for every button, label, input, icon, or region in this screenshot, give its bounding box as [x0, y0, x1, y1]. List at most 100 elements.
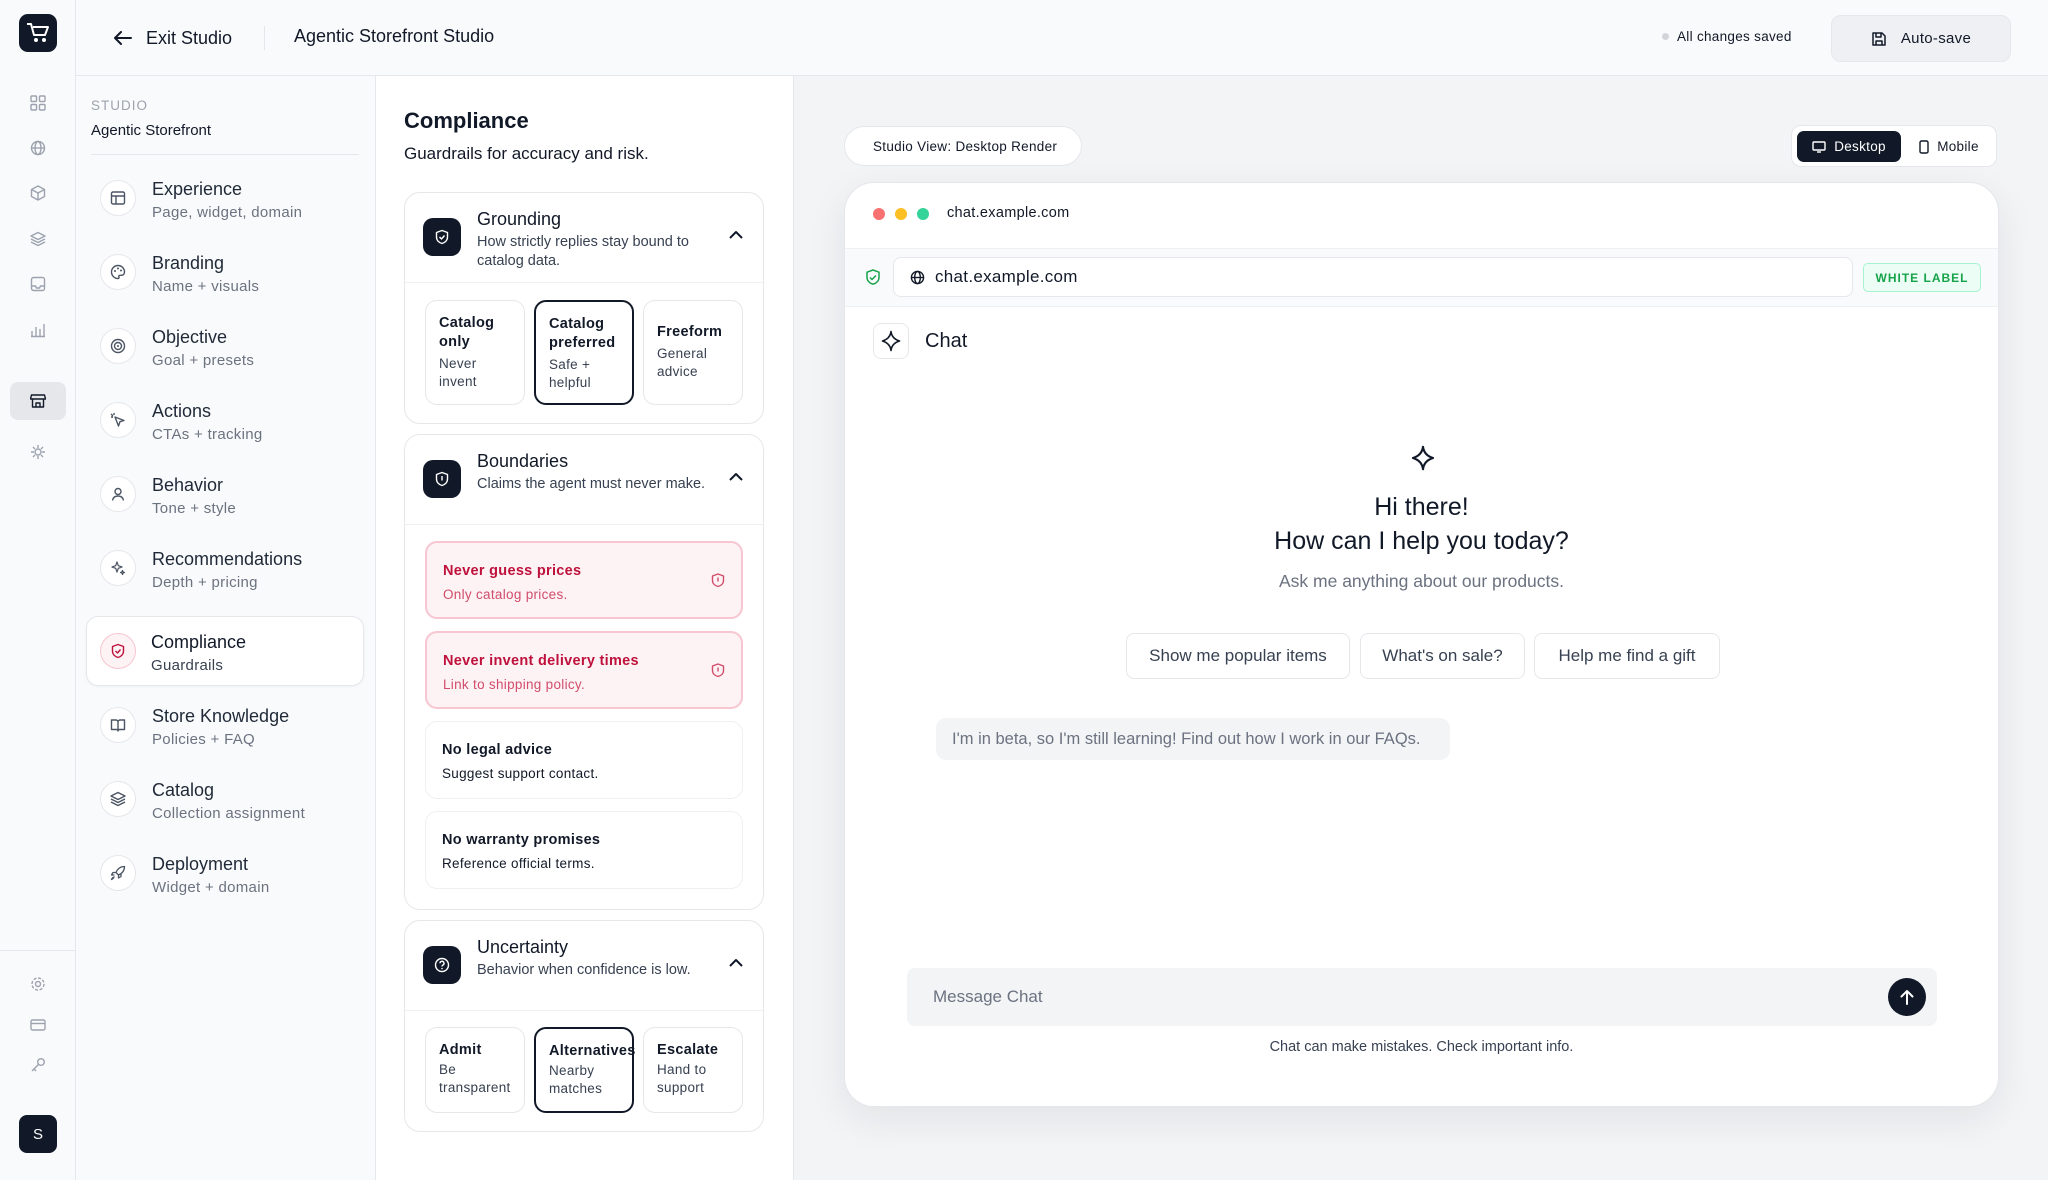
- sidebar-item-title: Compliance: [151, 632, 247, 652]
- sidebar-item-store-knowledge[interactable]: Store Knowledge Policies + FAQ: [86, 690, 364, 760]
- rule-no-warranty[interactable]: No warranty promises Reference official …: [425, 811, 743, 889]
- option-freeform[interactable]: Freeform General advice: [643, 300, 743, 405]
- studio-sidebar: STUDIO Agentic Storefront Experience Pag…: [76, 76, 376, 1180]
- card-title: Uncertainty: [477, 937, 569, 957]
- layers-icon[interactable]: [24, 225, 52, 253]
- option-title: Alternatives: [549, 1043, 636, 1059]
- suggestion-chip-gift[interactable]: Help me find a gift: [1534, 633, 1720, 679]
- autosave-button[interactable]: Auto-save: [1831, 15, 2011, 62]
- rule-never-invent-delivery[interactable]: Never invent delivery times Link to ship…: [425, 631, 743, 709]
- user-avatar[interactable]: S: [19, 1115, 57, 1153]
- greeting-line-2: How can I help you today?: [1274, 527, 1569, 555]
- card-subtitle: Behavior when confidence is low.: [477, 962, 691, 978]
- sidebar-item-catalog[interactable]: Catalog Collection assignment: [86, 764, 364, 834]
- store-logo[interactable]: [19, 14, 57, 52]
- sidebar-item-title: Deployment: [152, 854, 249, 874]
- suggestion-chip-popular[interactable]: Show me popular items: [1126, 633, 1350, 679]
- rule-title: Never invent delivery times: [443, 653, 639, 669]
- rule-title: Never guess prices: [443, 563, 582, 579]
- divider: [264, 26, 265, 50]
- storefront-icon[interactable]: [24, 387, 52, 415]
- save-status: All changes saved: [1662, 29, 1792, 44]
- desktop-label: Desktop: [1834, 139, 1886, 154]
- sparkle-icon: [1411, 445, 1435, 471]
- sidebar-item-compliance[interactable]: Compliance Guardrails: [86, 616, 364, 686]
- option-catalog-preferred[interactable]: Catalog preferred Safe + helpful: [534, 300, 634, 405]
- sparkle-icon: [881, 330, 901, 352]
- card-title: Boundaries: [477, 451, 569, 471]
- target-icon: [100, 328, 136, 364]
- device-toggle: Desktop Mobile: [1791, 125, 1997, 167]
- status-dot: [1662, 33, 1669, 40]
- suggestion-chip-sale[interactable]: What's on sale?: [1360, 633, 1525, 679]
- box-icon[interactable]: [24, 179, 52, 207]
- sidebar-item-branding[interactable]: Branding Name + visuals: [86, 237, 364, 307]
- option-title: Catalog preferred: [549, 316, 616, 351]
- secure-shield-icon: [866, 269, 880, 285]
- beta-message: I'm in beta, so I'm still learning! Find…: [936, 718, 1450, 760]
- option-sub: Safe + helpful: [549, 357, 591, 390]
- globe-icon: [910, 270, 925, 284]
- option-sub: Be transparent: [439, 1062, 511, 1095]
- uncertainty-header[interactable]: Uncertainty Behavior when confidence is …: [405, 921, 763, 1011]
- option-title: Freeform: [657, 324, 723, 340]
- chevron-up-icon[interactable]: [729, 958, 743, 967]
- studio-title: Agentic Storefront Studio: [294, 26, 495, 46]
- shield-alert-icon: [711, 663, 725, 678]
- exit-studio-button[interactable]: Exit Studio: [114, 26, 232, 50]
- sidebar-section-label: STUDIO: [91, 98, 149, 113]
- sidebar-item-sub: Policies + FAQ: [152, 731, 255, 748]
- chevron-up-icon[interactable]: [729, 230, 743, 239]
- card-title: Grounding: [477, 209, 562, 229]
- option-escalate[interactable]: Escalate Hand to support: [643, 1027, 743, 1113]
- sidebar-item-experience[interactable]: Experience Page, widget, domain: [86, 163, 364, 233]
- sidebar-item-behavior[interactable]: Behavior Tone + style: [86, 459, 364, 529]
- rule-no-legal-advice[interactable]: No legal advice Suggest support contact.: [425, 721, 743, 799]
- option-sub: Hand to support: [657, 1062, 707, 1095]
- grounding-header[interactable]: Grounding How strictly replies stay boun…: [405, 193, 763, 283]
- sidebar-item-objective[interactable]: Objective Goal + presets: [86, 311, 364, 381]
- chevron-up-icon[interactable]: [729, 472, 743, 481]
- option-catalog-only[interactable]: Catalog only Never invent: [425, 300, 525, 405]
- studio-view-label: Studio View: Desktop Render: [873, 138, 1058, 154]
- grid-icon[interactable]: [24, 89, 52, 117]
- chip-label: Help me find a gift: [1558, 646, 1696, 665]
- sidebar-item-recommendations[interactable]: Recommendations Depth + pricing: [86, 533, 364, 603]
- sidebar-item-sub: Page, widget, domain: [152, 204, 303, 221]
- plug-icon[interactable]: [24, 438, 52, 466]
- settings-icon[interactable]: [24, 970, 52, 998]
- icon-rail: S: [0, 0, 76, 1180]
- globe-icon[interactable]: [24, 134, 52, 162]
- beta-message-text: I'm in beta, so I'm still learning! Find…: [952, 729, 1421, 748]
- key-icon[interactable]: [24, 1051, 52, 1079]
- card-subtitle: How strictly replies stay bound to catal…: [477, 234, 689, 269]
- mobile-label: Mobile: [1937, 139, 1979, 154]
- credit-card-icon[interactable]: [24, 1011, 52, 1039]
- url-field[interactable]: chat.example.com: [893, 257, 1853, 297]
- send-button[interactable]: [1888, 978, 1926, 1016]
- option-alternatives[interactable]: Alternatives Nearby matches: [534, 1027, 636, 1113]
- sidebar-item-deployment[interactable]: Deployment Widget + domain: [86, 838, 364, 908]
- option-admit[interactable]: Admit Be transparent: [425, 1027, 525, 1113]
- inbox-icon[interactable]: [24, 270, 52, 298]
- arrow-up-icon: [1900, 990, 1914, 1005]
- chat-title: Chat: [925, 329, 968, 352]
- layers-icon: [100, 781, 136, 817]
- sidebar-item-actions[interactable]: Actions CTAs + tracking: [86, 385, 364, 455]
- sidebar-item-title: Objective: [152, 327, 228, 347]
- option-sub: Nearby matches: [549, 1063, 603, 1096]
- rocket-icon: [100, 855, 136, 891]
- grounding-card: Grounding How strictly replies stay boun…: [404, 192, 764, 424]
- message-input[interactable]: Message Chat: [907, 968, 1937, 1026]
- boundaries-header[interactable]: Boundaries Claims the agent must never m…: [405, 435, 763, 525]
- url-text: chat.example.com: [935, 267, 1078, 286]
- message-placeholder: Message Chat: [933, 987, 1043, 1006]
- chart-icon[interactable]: [24, 316, 52, 344]
- desktop-toggle-button[interactable]: Desktop: [1797, 131, 1901, 162]
- compliance-panel: Compliance Guardrails for accuracy and r…: [376, 76, 794, 1180]
- rule-never-guess-prices[interactable]: Never guess prices Only catalog prices.: [425, 541, 743, 619]
- badge-label: WHITE LABEL: [1875, 270, 1969, 285]
- mobile-toggle-button[interactable]: Mobile: [1906, 131, 1992, 162]
- chat-header: Chat: [873, 323, 967, 359]
- monitor-icon: [1812, 140, 1826, 153]
